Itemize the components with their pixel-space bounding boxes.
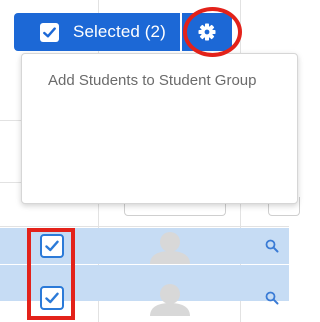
person-placeholder-icon xyxy=(148,231,192,269)
selected-count-label: Selected (2) xyxy=(73,22,166,41)
table-divider xyxy=(0,226,289,227)
select-all-checkbox[interactable] xyxy=(40,22,59,42)
highlight-circle-annotation xyxy=(183,7,242,57)
bulk-actions-menu: Add Students to Student Group xyxy=(21,53,298,204)
person-placeholder-icon xyxy=(148,283,192,321)
selected-count-button[interactable]: Selected (2) xyxy=(14,13,180,51)
search-icon[interactable] xyxy=(265,239,279,258)
menu-item-add-to-group[interactable]: Add Students to Student Group xyxy=(48,72,256,89)
search-icon[interactable] xyxy=(265,291,279,310)
highlight-box-annotation xyxy=(27,228,75,320)
checkmark-icon xyxy=(43,26,56,37)
